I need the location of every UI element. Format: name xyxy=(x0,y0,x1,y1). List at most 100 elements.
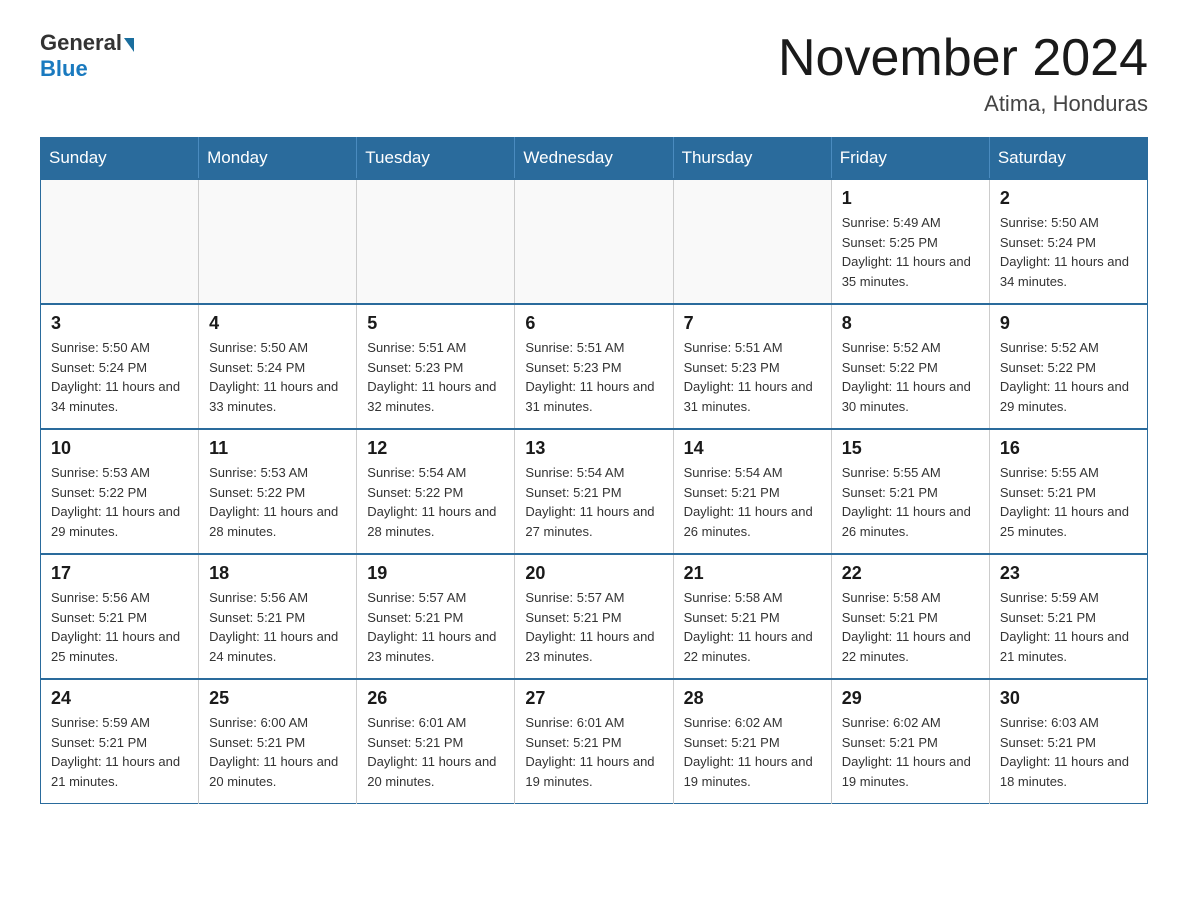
logo-arrow-icon xyxy=(124,38,134,52)
day-number: 15 xyxy=(842,438,979,459)
calendar-cell: 6 Sunrise: 5:51 AM Sunset: 5:23 PM Daylig… xyxy=(515,304,673,429)
calendar-cell: 29 Sunrise: 6:02 AM Sunset: 5:21 PM Dayli… xyxy=(831,679,989,804)
calendar-cell: 10 Sunrise: 5:53 AM Sunset: 5:22 PM Dayli… xyxy=(41,429,199,554)
calendar-cell: 15 Sunrise: 5:55 AM Sunset: 5:21 PM Dayli… xyxy=(831,429,989,554)
day-info: Sunrise: 5:56 AM Sunset: 5:21 PM Dayligh… xyxy=(209,588,346,666)
day-info: Sunrise: 5:57 AM Sunset: 5:21 PM Dayligh… xyxy=(525,588,662,666)
day-info: Sunrise: 6:03 AM Sunset: 5:21 PM Dayligh… xyxy=(1000,713,1137,791)
day-info: Sunrise: 5:51 AM Sunset: 5:23 PM Dayligh… xyxy=(367,338,504,416)
day-info: Sunrise: 5:50 AM Sunset: 5:24 PM Dayligh… xyxy=(209,338,346,416)
day-number: 21 xyxy=(684,563,821,584)
weekday-header-monday: Monday xyxy=(199,138,357,180)
calendar-week-row: 3 Sunrise: 5:50 AM Sunset: 5:24 PM Daylig… xyxy=(41,304,1148,429)
calendar-week-row: 24Sunrise: 5:59 AM Sunset: 5:21 PM Dayli… xyxy=(41,679,1148,804)
day-info: Sunrise: 5:53 AM Sunset: 5:22 PM Dayligh… xyxy=(209,463,346,541)
day-info: Sunrise: 5:59 AM Sunset: 5:21 PM Dayligh… xyxy=(1000,588,1137,666)
calendar-cell xyxy=(673,179,831,304)
calendar-cell: 1Sunrise: 5:49 AM Sunset: 5:25 PM Daylig… xyxy=(831,179,989,304)
calendar-cell: 11Sunrise: 5:53 AM Sunset: 5:22 PM Dayli… xyxy=(199,429,357,554)
calendar-cell xyxy=(357,179,515,304)
day-info: Sunrise: 5:54 AM Sunset: 5:21 PM Dayligh… xyxy=(525,463,662,541)
day-info: Sunrise: 5:53 AM Sunset: 5:22 PM Dayligh… xyxy=(51,463,188,541)
calendar-cell: 9 Sunrise: 5:52 AM Sunset: 5:22 PM Daylig… xyxy=(989,304,1147,429)
calendar-week-row: 17 Sunrise: 5:56 AM Sunset: 5:21 PM Dayli… xyxy=(41,554,1148,679)
day-number: 19 xyxy=(367,563,504,584)
day-info: Sunrise: 5:50 AM Sunset: 5:24 PM Dayligh… xyxy=(1000,213,1137,291)
day-number: 17 xyxy=(51,563,188,584)
logo: General Blue xyxy=(40,30,136,82)
weekday-header-saturday: Saturday xyxy=(989,138,1147,180)
month-title: November 2024 xyxy=(778,30,1148,87)
day-number: 26 xyxy=(367,688,504,709)
day-info: Sunrise: 5:57 AM Sunset: 5:21 PM Dayligh… xyxy=(367,588,504,666)
day-info: Sunrise: 5:52 AM Sunset: 5:22 PM Dayligh… xyxy=(1000,338,1137,416)
calendar-week-row: 10 Sunrise: 5:53 AM Sunset: 5:22 PM Dayli… xyxy=(41,429,1148,554)
day-number: 8 xyxy=(842,313,979,334)
calendar-cell: 20 Sunrise: 5:57 AM Sunset: 5:21 PM Dayli… xyxy=(515,554,673,679)
weekday-header-thursday: Thursday xyxy=(673,138,831,180)
logo-general-text: General xyxy=(40,30,122,56)
weekday-header-row: SundayMondayTuesdayWednesdayThursdayFrid… xyxy=(41,138,1148,180)
calendar-cell: 28 Sunrise: 6:02 AM Sunset: 5:21 PM Dayli… xyxy=(673,679,831,804)
calendar-cell: 30 Sunrise: 6:03 AM Sunset: 5:21 PM Dayli… xyxy=(989,679,1147,804)
day-info: Sunrise: 6:02 AM Sunset: 5:21 PM Dayligh… xyxy=(842,713,979,791)
weekday-header-sunday: Sunday xyxy=(41,138,199,180)
calendar-cell: 21 Sunrise: 5:58 AM Sunset: 5:21 PM Dayli… xyxy=(673,554,831,679)
header: General Blue November 2024 Atima, Hondur… xyxy=(40,30,1148,117)
day-info: Sunrise: 5:55 AM Sunset: 5:21 PM Dayligh… xyxy=(842,463,979,541)
day-info: Sunrise: 5:59 AM Sunset: 5:21 PM Dayligh… xyxy=(51,713,188,791)
day-number: 14 xyxy=(684,438,821,459)
day-number: 12 xyxy=(367,438,504,459)
weekday-header-tuesday: Tuesday xyxy=(357,138,515,180)
weekday-header-friday: Friday xyxy=(831,138,989,180)
day-info: Sunrise: 6:02 AM Sunset: 5:21 PM Dayligh… xyxy=(684,713,821,791)
calendar-cell: 24Sunrise: 5:59 AM Sunset: 5:21 PM Dayli… xyxy=(41,679,199,804)
calendar-cell: 5 Sunrise: 5:51 AM Sunset: 5:23 PM Daylig… xyxy=(357,304,515,429)
calendar-cell: 23Sunrise: 5:59 AM Sunset: 5:21 PM Dayli… xyxy=(989,554,1147,679)
day-number: 6 xyxy=(525,313,662,334)
day-number: 30 xyxy=(1000,688,1137,709)
day-info: Sunrise: 5:49 AM Sunset: 5:25 PM Dayligh… xyxy=(842,213,979,291)
day-info: Sunrise: 5:52 AM Sunset: 5:22 PM Dayligh… xyxy=(842,338,979,416)
day-number: 16 xyxy=(1000,438,1137,459)
day-number: 18 xyxy=(209,563,346,584)
day-number: 13 xyxy=(525,438,662,459)
calendar-cell xyxy=(199,179,357,304)
day-info: Sunrise: 5:56 AM Sunset: 5:21 PM Dayligh… xyxy=(51,588,188,666)
day-number: 9 xyxy=(1000,313,1137,334)
calendar-cell: 4Sunrise: 5:50 AM Sunset: 5:24 PM Daylig… xyxy=(199,304,357,429)
calendar-cell: 16Sunrise: 5:55 AM Sunset: 5:21 PM Dayli… xyxy=(989,429,1147,554)
day-number: 3 xyxy=(51,313,188,334)
day-info: Sunrise: 5:54 AM Sunset: 5:22 PM Dayligh… xyxy=(367,463,504,541)
calendar-cell: 18 Sunrise: 5:56 AM Sunset: 5:21 PM Dayli… xyxy=(199,554,357,679)
day-number: 22 xyxy=(842,563,979,584)
day-info: Sunrise: 5:51 AM Sunset: 5:23 PM Dayligh… xyxy=(525,338,662,416)
calendar-cell: 14 Sunrise: 5:54 AM Sunset: 5:21 PM Dayli… xyxy=(673,429,831,554)
calendar-cell: 26Sunrise: 6:01 AM Sunset: 5:21 PM Dayli… xyxy=(357,679,515,804)
calendar-cell: 25 Sunrise: 6:00 AM Sunset: 5:21 PM Dayli… xyxy=(199,679,357,804)
calendar-week-row: 1Sunrise: 5:49 AM Sunset: 5:25 PM Daylig… xyxy=(41,179,1148,304)
day-info: Sunrise: 6:00 AM Sunset: 5:21 PM Dayligh… xyxy=(209,713,346,791)
day-number: 5 xyxy=(367,313,504,334)
day-number: 20 xyxy=(525,563,662,584)
day-number: 10 xyxy=(51,438,188,459)
calendar-cell: 27Sunrise: 6:01 AM Sunset: 5:21 PM Dayli… xyxy=(515,679,673,804)
day-number: 7 xyxy=(684,313,821,334)
day-number: 29 xyxy=(842,688,979,709)
day-info: Sunrise: 5:50 AM Sunset: 5:24 PM Dayligh… xyxy=(51,338,188,416)
calendar-table: SundayMondayTuesdayWednesdayThursdayFrid… xyxy=(40,137,1148,804)
location-label: Atima, Honduras xyxy=(778,91,1148,117)
calendar-cell: 17 Sunrise: 5:56 AM Sunset: 5:21 PM Dayli… xyxy=(41,554,199,679)
calendar-cell: 8 Sunrise: 5:52 AM Sunset: 5:22 PM Daylig… xyxy=(831,304,989,429)
day-number: 28 xyxy=(684,688,821,709)
calendar-cell xyxy=(515,179,673,304)
day-info: Sunrise: 5:58 AM Sunset: 5:21 PM Dayligh… xyxy=(684,588,821,666)
calendar-cell: 13 Sunrise: 5:54 AM Sunset: 5:21 PM Dayli… xyxy=(515,429,673,554)
day-number: 2 xyxy=(1000,188,1137,209)
calendar-cell: 3 Sunrise: 5:50 AM Sunset: 5:24 PM Daylig… xyxy=(41,304,199,429)
day-number: 27 xyxy=(525,688,662,709)
day-info: Sunrise: 5:54 AM Sunset: 5:21 PM Dayligh… xyxy=(684,463,821,541)
day-number: 25 xyxy=(209,688,346,709)
calendar-cell: 12 Sunrise: 5:54 AM Sunset: 5:22 PM Dayli… xyxy=(357,429,515,554)
calendar-cell xyxy=(41,179,199,304)
